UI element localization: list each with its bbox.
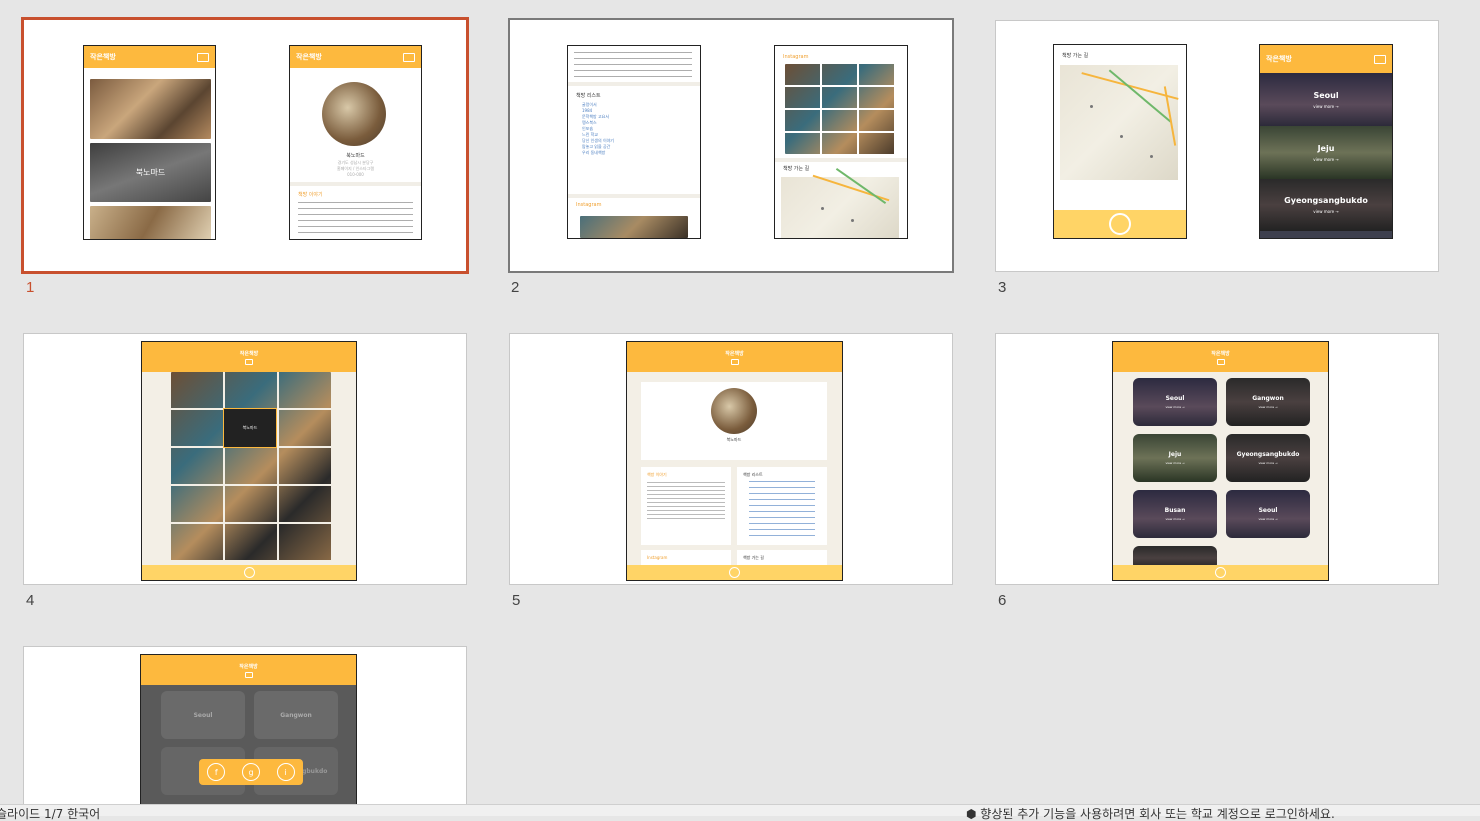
- slide-number-4: 4: [26, 592, 35, 609]
- store-list: 굴렁이서 1984 문학책방 고요서 땡스북스 인포숍 느린 학교 당신 인생의…: [582, 102, 614, 155]
- story-text-lines: [298, 202, 413, 234]
- brand-label: 작은책방: [296, 53, 322, 61]
- mock-phone-home: 작은책방 북노마드: [83, 45, 216, 240]
- region-card: Gangwon: [254, 691, 338, 739]
- mock-phone-list: 책방 리스트 굴렁이서 1984 문학책방 고요서 땡스북스 인포숍 느린 학교…: [567, 45, 701, 239]
- slide-thumbnail-3[interactable]: 책방 가는 길 작은책방 Seoul view more → Jeju view m…: [995, 20, 1439, 272]
- signin-notice[interactable]: ⬢ 향상된 추가 기능을 사용하려면 회사 또는 학교 계정으로 로그인하세요.: [966, 808, 1335, 820]
- instagram-strip: [580, 216, 688, 238]
- mock-desktop-detail: 작은책방 북노마드 책방 이야기 책방 리스트 Instagram 책방 가는 …: [626, 341, 843, 581]
- region-card: Seoul view more →: [1226, 490, 1310, 538]
- selected-photo-overlay: 북노마드: [223, 408, 277, 448]
- footer-bar: [142, 565, 356, 580]
- mock-desktop-social: 작은책방 Seoul Gangwon Gyeongsangbukdo f g i: [140, 654, 357, 805]
- grid-icon: [1216, 358, 1225, 365]
- mock-phone-regions: 작은책방 Seoul view more → Jeju view more → Gy…: [1259, 44, 1393, 239]
- store-avatar: [711, 388, 757, 434]
- slide-thumbnail-6[interactable]: 작은책방 Seoul view more → Gangwon view more →…: [995, 333, 1439, 585]
- slide-number-2: 2: [511, 279, 520, 296]
- mock-phone-instagram: Instagram 책방 가는 길: [774, 45, 908, 239]
- bookstore-photo: 북노마드: [90, 143, 211, 202]
- store-avatar: [322, 82, 386, 146]
- slide-number-1: 1: [26, 279, 35, 296]
- story-card: 책방 이야기: [641, 467, 731, 545]
- slide-thumbnail-2[interactable]: 책방 리스트 굴렁이서 1984 문학책방 고요서 땡스북스 인포숍 느린 학교…: [508, 18, 954, 273]
- mock-phone-detail: 작은책방 북노마드 경기도 성남시 분당구 홈페이지 / 인스타그램 010-0…: [289, 45, 422, 240]
- map-icon: [197, 52, 209, 62]
- bookstore-photo: [90, 79, 211, 139]
- map-image: [1060, 65, 1179, 180]
- map-image: [781, 167, 899, 238]
- slide-number-3: 3: [998, 279, 1007, 296]
- map-icon: [245, 358, 253, 365]
- store-phone: 010-000: [347, 172, 364, 177]
- directions-label: 책방 가는 길: [1062, 53, 1089, 59]
- footer-bar: [1113, 565, 1328, 580]
- store-name: 북노마드: [346, 153, 365, 159]
- region-card: Seoul view more →: [1260, 73, 1392, 126]
- handshake-logo-icon: [729, 567, 740, 578]
- region-card: Gangwon view more →: [1226, 378, 1310, 426]
- instagram-icon: i: [276, 763, 295, 781]
- instagram-label: Instagram: [576, 202, 602, 208]
- handshake-logo-icon: [243, 567, 255, 578]
- brand-label: 작은책방: [725, 350, 744, 357]
- slide-thumbnail-1[interactable]: 작은책방 북노마드 작은책방 북노마드 경기도 성남시 분당구 홈페이지 / 인…: [21, 17, 469, 274]
- map-icon: [730, 358, 739, 365]
- region-card: Busan view more →: [1133, 490, 1217, 538]
- footer-bar: [627, 565, 842, 580]
- footer-bar: [1054, 210, 1186, 238]
- slide-number-6: 6: [998, 592, 1007, 609]
- region-card: Seoul: [161, 691, 245, 739]
- store-profile-card: 북노마드: [641, 382, 827, 460]
- bookstore-name: 북노마드: [135, 168, 166, 177]
- map-icon: [403, 52, 415, 62]
- mock-desktop-regions: 작은책방 Seoul view more → Gangwon view more →…: [1112, 341, 1329, 581]
- grid-icon: [1374, 54, 1386, 64]
- handshake-logo-icon: [1215, 567, 1226, 578]
- google-icon: g: [241, 763, 260, 781]
- instagram-label: Instagram: [783, 54, 809, 60]
- mock-desktop-grid: 작은책방 북노마드: [141, 341, 357, 581]
- brand-label: 작은책방: [90, 53, 116, 61]
- slide-status-text: 슬라이드 1/7 한국어: [0, 807, 101, 821]
- region-card: Gyeongsangbukdo view more →: [1226, 434, 1310, 482]
- directions-label: 책방 가는 길: [783, 166, 810, 172]
- brand-label: 작은책방: [1211, 350, 1230, 357]
- brand-label: 작은책방: [239, 663, 258, 670]
- handshake-logo-icon: [1109, 213, 1131, 235]
- region-card: Gyeongsangbukdo view more →: [1260, 179, 1392, 231]
- slide-number-5: 5: [512, 592, 521, 609]
- bookstore-photo: [90, 206, 211, 239]
- facebook-icon: f: [207, 763, 226, 781]
- grid-icon: [244, 671, 253, 678]
- story-title: 책방 이야기: [298, 192, 323, 198]
- status-bar: 슬라이드 1/7 한국어 ⬢ 향상된 추가 기능을 사용하려면 회사 또는 학교…: [0, 804, 1480, 820]
- list-title: 책방 리스트: [576, 93, 601, 99]
- list-card: 책방 리스트: [737, 467, 827, 545]
- slide-thumbnail-4[interactable]: 작은책방 북노마드: [23, 333, 467, 585]
- social-share-popup: f g i: [199, 759, 303, 785]
- bookstore-photo-grid: [171, 372, 331, 562]
- slide-thumbnail-5[interactable]: 작은책방 북노마드 책방 이야기 책방 리스트 Instagram 책방 가는 …: [509, 333, 953, 585]
- region-card: Seoul view more →: [1133, 378, 1217, 426]
- region-card: Jeju view more →: [1133, 434, 1217, 482]
- brand-label: 작은책방: [1266, 55, 1292, 63]
- slide-thumbnail-7[interactable]: 작은책방 Seoul Gangwon Gyeongsangbukdo f g i: [23, 646, 467, 806]
- mock-phone-map: 책방 가는 길: [1053, 44, 1187, 239]
- brand-label: 작은책방: [239, 350, 259, 357]
- instagram-grid: [785, 64, 895, 154]
- region-card: Jeju view more →: [1260, 126, 1392, 179]
